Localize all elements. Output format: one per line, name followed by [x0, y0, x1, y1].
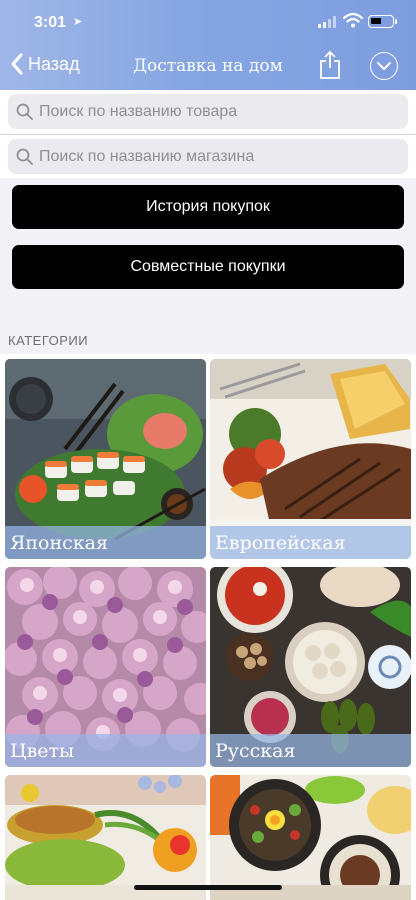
shop-search-bar [0, 134, 416, 178]
product-search-input[interactable] [39, 102, 408, 121]
wifi-icon [343, 12, 363, 28]
shop-search-box[interactable] [8, 139, 408, 174]
categories-section-header: КАТЕГОРИИ [8, 333, 89, 348]
category-label: Японская [5, 526, 206, 559]
navigation-header: 3:01 ➤ Назад Доставка на дом [0, 0, 416, 90]
shop-search-input[interactable] [39, 147, 408, 166]
dropdown-menu-button[interactable] [370, 52, 398, 80]
status-time: 3:01 [34, 14, 67, 31]
category-label: Цветы [5, 734, 206, 767]
category-tile-russian[interactable]: Русская [210, 567, 411, 767]
category-tile-japanese[interactable]: Японская [5, 359, 206, 559]
joint-purchases-button[interactable]: Совместные покупки [12, 245, 404, 289]
category-tile-flowers[interactable]: Цветы [5, 567, 206, 767]
category-label: Русская [210, 734, 411, 767]
asian-food-image [210, 775, 411, 900]
product-search-box[interactable] [8, 94, 408, 129]
category-grid: Японская Европейская Цветы Русская [0, 354, 416, 900]
home-indicator[interactable] [134, 885, 282, 890]
buffet-food-image [5, 775, 206, 900]
search-icon [16, 148, 33, 165]
product-search-bar [0, 90, 416, 134]
category-tile-6[interactable] [210, 775, 411, 900]
category-label: Европейская [210, 526, 411, 559]
battery-icon [368, 15, 397, 28]
cellular-signal-icon [318, 16, 336, 28]
category-tile-5[interactable] [5, 775, 206, 900]
search-icon [16, 103, 33, 120]
category-tile-european[interactable]: Европейская [210, 359, 411, 559]
page-title: Доставка на дом [133, 56, 283, 76]
share-icon[interactable] [318, 50, 342, 80]
purchase-history-button[interactable]: История покупок [12, 185, 404, 229]
chevron-down-icon [377, 62, 391, 70]
location-arrow-icon: ➤ [73, 16, 83, 28]
